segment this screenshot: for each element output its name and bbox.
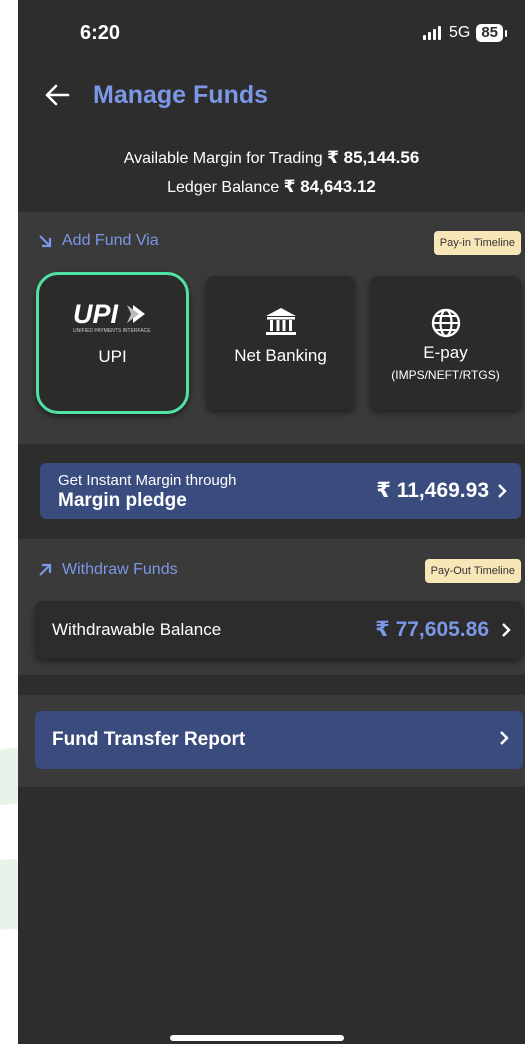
signal-icon (422, 26, 441, 40)
battery-icon: 85 (476, 24, 503, 42)
arrow-up-right-icon (39, 563, 52, 576)
available-margin-row: Available Margin for Trading ₹ 85,144.56 (18, 144, 525, 173)
add-fund-header: Add Fund Via (38, 232, 159, 250)
report-section: Fund Transfer Report (18, 695, 525, 787)
status-time: 6:20 (80, 22, 121, 44)
upi-logo-tagline: UNIFIED PAYMENTS INTERFACE (73, 328, 151, 334)
withdrawable-balance-label: Withdrawable Balance (52, 620, 222, 639)
globe-icon (431, 308, 460, 338)
pledge-amount: ₹ 11,469.93 (376, 479, 489, 502)
phone-screen: 6:20 5G 85 Manage Funds Available Margin… (18, 0, 525, 1044)
chevron-right-icon (498, 484, 507, 498)
ledger-balance-value: ₹ 84,643.12 (283, 177, 376, 196)
withdrawable-balance-row[interactable]: Withdrawable Balance ₹ 77,605.86 (35, 601, 523, 659)
e-pay-option[interactable]: E-pay (IMPS/NEFT/RTGS) (370, 276, 521, 410)
upi-label: UPI (98, 347, 127, 366)
network-type: 5G (448, 24, 471, 41)
balance-summary: Available Margin for Trading ₹ 85,144.56… (18, 144, 525, 202)
battery-tip (505, 29, 507, 37)
net-banking-option[interactable]: Net Banking (206, 276, 355, 410)
upi-logo-icon: UPI UNIFIED PAYMENTS INTERFACE (73, 299, 151, 334)
pay-out-timeline-button[interactable]: Pay-Out Timeline (424, 559, 521, 583)
pledge-title: Margin pledge (58, 490, 187, 511)
available-margin-value: ₹ 85,144.56 (327, 148, 420, 167)
status-indicators: 5G 85 (422, 24, 507, 42)
withdrawable-balance-amount: ₹ 77,605.86 (375, 618, 489, 641)
margin-pledge-button[interactable]: Get Instant Margin through Margin pledge… (40, 463, 521, 519)
upi-option[interactable]: UPI UNIFIED PAYMENTS INTERFACE UPI (36, 272, 189, 414)
available-margin-label: Available Margin for Trading (123, 150, 323, 167)
arrow-left-icon[interactable] (42, 80, 72, 110)
page-title: Manage Funds (93, 81, 269, 109)
e-pay-label: E-pay (423, 343, 468, 362)
withdraw-section: Withdraw Funds Pay-Out Timeline Withdraw… (18, 539, 525, 675)
withdraw-header: Withdraw Funds (38, 561, 178, 579)
withdraw-title: Withdraw Funds (62, 561, 178, 578)
pledge-subtitle: Get Instant Margin through (58, 472, 237, 489)
fund-transfer-report-label: Fund Transfer Report (52, 729, 246, 750)
add-fund-title: Add Fund Via (62, 232, 159, 249)
chevron-right-icon (502, 623, 511, 637)
home-indicator[interactable] (170, 1035, 344, 1041)
bank-icon (265, 308, 296, 335)
add-fund-section: Add Fund Via Pay-in Timeline UPI UNIFIED… (18, 212, 525, 444)
ledger-balance-label: Ledger Balance (167, 179, 280, 196)
chevron-right-icon (500, 731, 509, 745)
arrow-down-right-icon (39, 235, 52, 248)
fund-transfer-report-button[interactable]: Fund Transfer Report (35, 711, 523, 769)
pay-in-timeline-button[interactable]: Pay-in Timeline (433, 231, 521, 255)
upi-logo-text: UPI (73, 299, 119, 329)
net-banking-label: Net Banking (234, 346, 327, 365)
ledger-balance-row: Ledger Balance ₹ 84,643.12 (18, 173, 525, 202)
e-pay-sublabel: (IMPS/NEFT/RTGS) (391, 368, 500, 382)
